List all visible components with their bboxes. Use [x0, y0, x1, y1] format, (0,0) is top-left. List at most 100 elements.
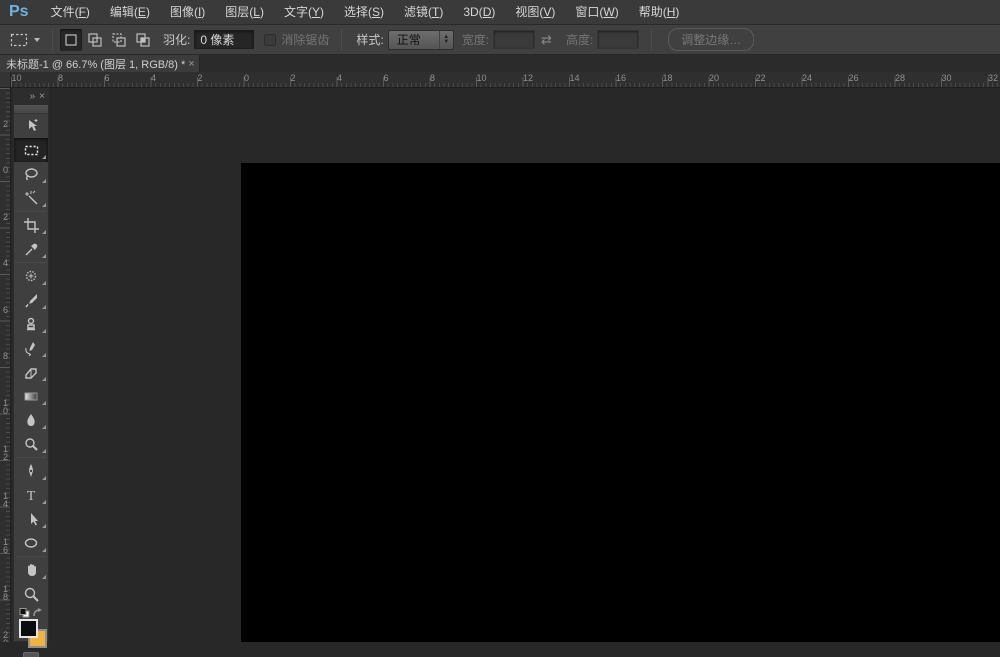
menu-item-2[interactable]: 图像(I) — [160, 0, 215, 25]
clone-stamp-tool-icon — [23, 316, 40, 333]
menu-item-8[interactable]: 视图(V) — [505, 0, 565, 25]
add-to-selection-icon — [87, 32, 103, 48]
move-tool-icon — [23, 118, 40, 135]
h-ruler-label: 28 — [895, 73, 905, 83]
document-canvas[interactable] — [241, 163, 1000, 642]
v-ruler-label: 0 — [1, 166, 10, 174]
add-to-selection-button[interactable] — [84, 29, 106, 51]
h-ruler-label: 6 — [105, 73, 110, 83]
foreground-color-swatch[interactable] — [19, 619, 38, 638]
menu-item-5[interactable]: 选择(S) — [334, 0, 394, 25]
default-colors-icon[interactable] — [19, 608, 30, 618]
dodge-tool-icon — [23, 436, 40, 453]
h-ruler-label: 20 — [709, 73, 719, 83]
menu-item-10[interactable]: 帮助(H) — [629, 0, 690, 25]
lasso-tool-icon — [23, 166, 40, 183]
lasso-tool[interactable] — [14, 162, 48, 186]
type-tool[interactable]: T — [14, 483, 48, 507]
feather-input[interactable] — [194, 30, 254, 49]
dodge-tool[interactable] — [14, 432, 48, 456]
flyout-indicator-icon — [42, 476, 46, 480]
blur-tool[interactable] — [14, 408, 48, 432]
move-tool[interactable] — [14, 114, 48, 138]
path-selection-tool[interactable] — [14, 507, 48, 531]
tool-preset-picker[interactable] — [0, 30, 46, 50]
spinner-arrows-icon[interactable]: ▲▼ — [439, 31, 453, 49]
h-ruler-label: 8 — [430, 73, 435, 83]
flyout-indicator-icon — [42, 500, 46, 504]
swap-width-height-icon: ⇄ — [541, 32, 552, 48]
flyout-indicator-icon — [42, 329, 46, 333]
menu-item-1[interactable]: 编辑(E) — [100, 0, 160, 25]
rectangular-marquee-tool[interactable] — [14, 138, 48, 162]
type-tool-icon: T — [23, 487, 40, 504]
hand-tool[interactable] — [14, 558, 48, 582]
feather-label: 羽化: — [163, 31, 190, 48]
flyout-indicator-icon — [42, 401, 46, 405]
flyout-indicator-icon — [42, 524, 46, 528]
magic-wand-tool[interactable] — [14, 186, 48, 210]
menu-item-6[interactable]: 滤镜(T) — [394, 0, 453, 25]
flyout-indicator-icon — [42, 377, 46, 381]
menu-item-0[interactable]: 文件(F) — [41, 0, 100, 25]
style-dropdown[interactable]: 正常 ▲▼ — [388, 30, 454, 50]
eraser-tool[interactable] — [14, 360, 48, 384]
swap-colors-icon[interactable] — [32, 608, 43, 618]
spot-healing-brush-tool[interactable] — [14, 264, 48, 288]
panel-grip[interactable] — [14, 105, 48, 114]
tool-group-separator — [16, 457, 46, 458]
new-selection-button[interactable] — [60, 29, 82, 51]
collapse-panel-icon[interactable]: » — [30, 91, 36, 102]
clone-stamp-tool[interactable] — [14, 312, 48, 336]
width-label: 宽度: — [462, 31, 489, 48]
v-ruler-label: 2 0 — [1, 631, 10, 642]
menu-item-3[interactable]: 图层(L) — [215, 0, 274, 25]
h-ruler-label: 2 — [198, 73, 203, 83]
subtract-from-selection-button[interactable] — [108, 29, 130, 51]
intersect-with-selection-icon — [135, 32, 151, 48]
menu-item-7[interactable]: 3D(D) — [453, 0, 505, 25]
zoom-tool[interactable] — [14, 582, 48, 606]
menu-item-9[interactable]: 窗口(W) — [565, 0, 628, 25]
quick-mask-button[interactable] — [23, 652, 39, 657]
vertical-ruler[interactable]: 2024681 01 21 41 61 82 0 — [0, 88, 11, 642]
h-ruler-label: 4 — [337, 73, 342, 83]
spot-healing-brush-tool-icon — [23, 268, 40, 285]
h-ruler-label: 30 — [942, 73, 952, 83]
antialias-checkbox[interactable] — [264, 34, 276, 46]
intersect-with-selection-button[interactable] — [132, 29, 154, 51]
v-ruler-label: 1 0 — [1, 399, 10, 415]
h-ruler-label: 6 — [384, 73, 389, 83]
flyout-indicator-icon — [42, 548, 46, 552]
height-input — [597, 30, 639, 49]
document-tab[interactable]: 未标题-1 @ 66.7% (图层 1, RGB/8) * × — [0, 55, 200, 72]
h-ruler-label: 4 — [151, 73, 156, 83]
ellipse-shape-tool[interactable] — [14, 531, 48, 555]
hand-tool-icon — [23, 562, 40, 579]
brush-tool[interactable] — [14, 288, 48, 312]
flyout-indicator-icon — [42, 425, 46, 429]
v-ruler-label: 6 — [1, 306, 10, 314]
v-ruler-label: 1 6 — [1, 538, 10, 554]
crop-tool[interactable] — [14, 213, 48, 237]
blur-tool-icon — [23, 412, 40, 429]
h-ruler-label: 8 — [58, 73, 63, 83]
menu-item-4[interactable]: 文字(Y) — [274, 0, 334, 25]
h-ruler-label: 0 — [244, 73, 249, 83]
h-ruler-label: 10 — [12, 73, 22, 83]
flyout-indicator-icon — [42, 155, 46, 159]
flyout-indicator-icon — [42, 575, 46, 579]
horizontal-ruler[interactable]: 10864202468101214161820222426283032 — [11, 72, 1000, 88]
h-ruler-label: 10 — [477, 73, 487, 83]
eyedropper-tool[interactable] — [14, 237, 48, 261]
close-panel-icon[interactable]: × — [39, 91, 45, 102]
history-brush-tool[interactable] — [14, 336, 48, 360]
h-ruler-label: 18 — [663, 73, 673, 83]
gradient-tool[interactable] — [14, 384, 48, 408]
path-selection-tool-icon — [23, 511, 40, 528]
pen-tool[interactable] — [14, 459, 48, 483]
tab-close-icon[interactable]: × — [185, 58, 197, 70]
v-ruler-label: 2 — [1, 213, 10, 221]
v-ruler-label: 8 — [1, 352, 10, 360]
style-value: 正常 — [397, 31, 439, 48]
